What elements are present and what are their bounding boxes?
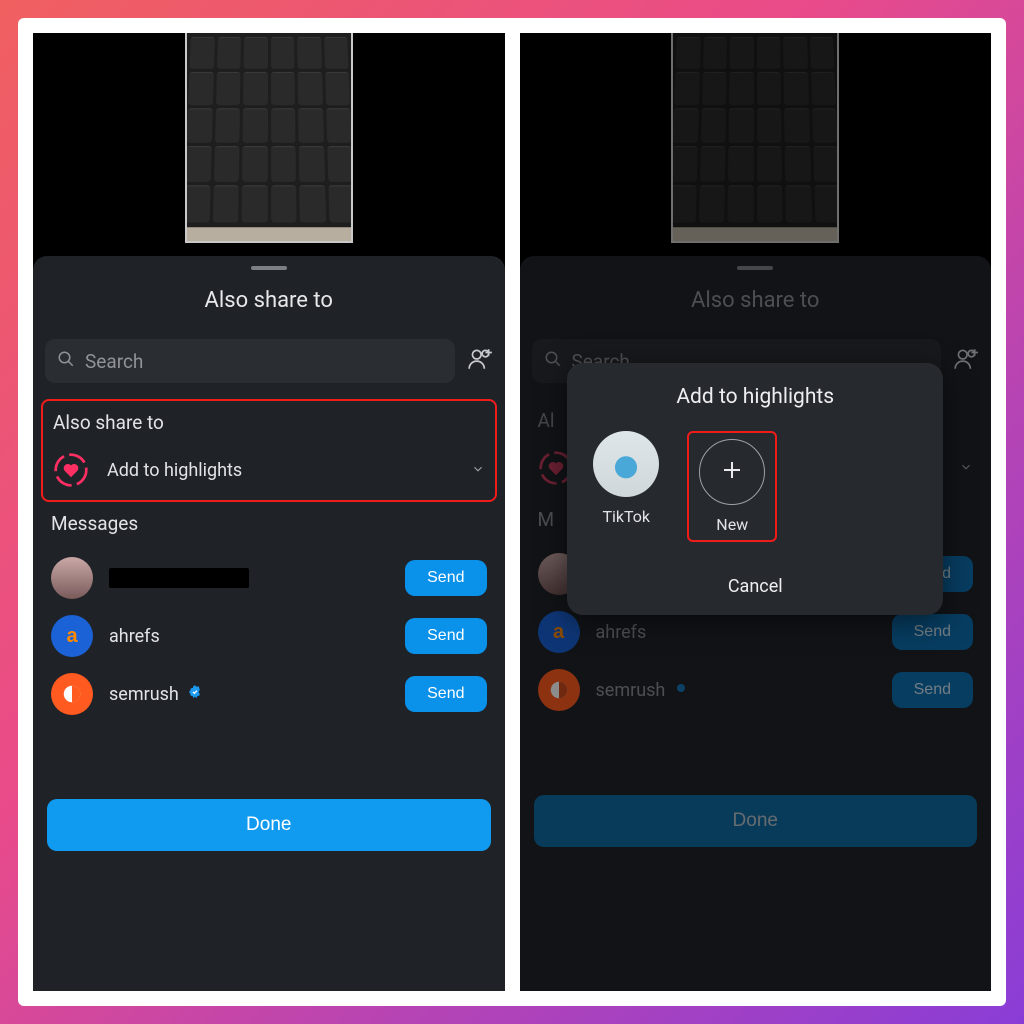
list-item: semrush Send xyxy=(538,661,974,719)
keyboard-photo xyxy=(185,33,353,227)
send-button: Send xyxy=(892,672,973,708)
contact-name: semrush xyxy=(596,680,876,701)
highlight-thumb xyxy=(593,431,659,497)
highlight-existing-tiktok[interactable]: TikTok xyxy=(593,431,659,542)
list-item[interactable]: Send xyxy=(51,549,487,607)
avatar xyxy=(538,669,580,711)
search-icon xyxy=(544,350,562,373)
highlights-heart-icon xyxy=(53,452,89,488)
add-people-icon xyxy=(953,346,979,376)
sheet-title: Also share to xyxy=(520,288,992,313)
story-preview-photo xyxy=(185,33,353,243)
avatar xyxy=(51,673,93,715)
messages-list: Send a ahrefs Send semrush xyxy=(33,549,505,723)
add-highlights-label: Add to highlights xyxy=(107,460,453,481)
done-button[interactable]: Done xyxy=(47,799,491,851)
highlight-options: TikTok New xyxy=(587,431,923,550)
modal-title: Add to highlights xyxy=(587,385,923,409)
avatar: a xyxy=(538,611,580,653)
search-icon xyxy=(57,350,75,373)
contact-name: ahrefs xyxy=(109,626,389,647)
sheet-grabber[interactable] xyxy=(251,266,287,270)
search-input[interactable]: Search xyxy=(45,339,455,383)
sheet-title: Also share to xyxy=(33,288,505,313)
verified-badge-icon xyxy=(187,684,203,705)
highlight-callout: Also share to Add to highlights xyxy=(41,399,497,502)
list-item[interactable]: a ahrefs Send xyxy=(51,607,487,665)
tutorial-frame: Also share to Search Also share to xyxy=(18,18,1006,1006)
phone-right: Also share to Search Al xyxy=(520,33,992,991)
contact-name: semrush xyxy=(109,684,389,705)
add-people-icon[interactable] xyxy=(467,346,493,376)
add-highlights-modal: Add to highlights TikTok New Cancel xyxy=(567,363,943,615)
sheet-grabber xyxy=(737,266,773,270)
highlight-new-callout[interactable]: New xyxy=(687,431,777,542)
send-button[interactable]: Send xyxy=(405,560,486,596)
contact-name: ahrefs xyxy=(596,622,876,643)
avatar xyxy=(51,557,93,599)
redacted-name xyxy=(109,568,249,588)
send-button[interactable]: Send xyxy=(405,618,486,654)
chevron-down-icon xyxy=(959,459,973,478)
send-button: Send xyxy=(892,614,973,650)
cancel-button[interactable]: Cancel xyxy=(587,576,923,597)
done-button: Done xyxy=(534,795,978,847)
new-highlight-circle xyxy=(699,439,765,505)
list-item[interactable]: semrush Send xyxy=(51,665,487,723)
keyboard-photo xyxy=(671,33,839,227)
share-sheet: Also share to Search Also share to xyxy=(33,256,505,991)
plus-icon xyxy=(720,458,744,486)
add-to-highlights-row[interactable]: Add to highlights xyxy=(53,452,485,488)
share-section-label: Also share to xyxy=(53,411,485,434)
highlight-label: TikTok xyxy=(602,507,650,526)
send-button[interactable]: Send xyxy=(405,676,486,712)
story-preview-photo xyxy=(671,33,839,243)
avatar: a xyxy=(51,615,93,657)
chevron-down-icon xyxy=(471,461,485,480)
phone-left: Also share to Search Also share to xyxy=(33,33,505,991)
highlight-label: New xyxy=(716,515,748,534)
search-placeholder: Search xyxy=(85,350,143,373)
verified-badge-icon xyxy=(673,680,689,701)
contact-name xyxy=(109,568,389,588)
messages-section-label: Messages xyxy=(51,512,487,535)
